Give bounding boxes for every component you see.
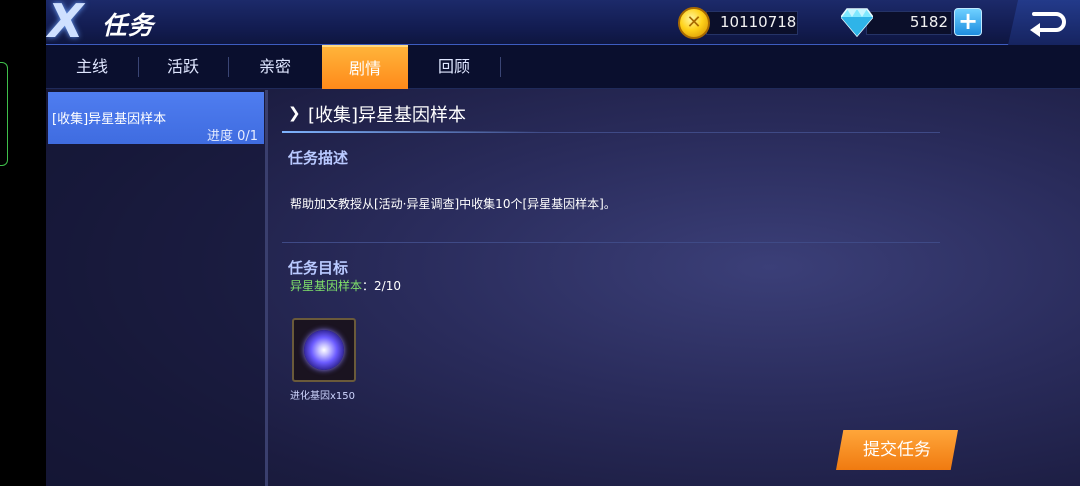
tab-bar: 主线 活跃 亲密 剧情 回顾 — [46, 45, 1080, 89]
top-bar: X 任务 ✕ 10110718 5182 + — [46, 0, 1080, 48]
tab-review[interactable]: 回顾 — [408, 45, 500, 89]
objective-count: ：2/10 — [362, 279, 401, 293]
reward-item-slot[interactable] — [292, 318, 356, 382]
game-logo: X — [48, 0, 83, 48]
quest-list: [收集]异星基因样本 进度 0/1 — [46, 90, 268, 486]
submit-quest-button[interactable]: 提交任务 — [836, 430, 958, 470]
tab-main-line[interactable]: 主线 — [46, 45, 138, 89]
add-diamonds-button[interactable]: + — [954, 8, 982, 36]
tab-intimacy[interactable]: 亲密 — [228, 45, 322, 89]
diamond-amount: 5182 — [909, 13, 948, 31]
objective-item-name: 异星基因样本 — [290, 279, 363, 293]
quest-objective: 异星基因样本：2/10 — [290, 277, 401, 294]
description-heading: 任务描述 — [288, 149, 349, 167]
page-title: 任务 — [102, 11, 155, 40]
divider — [282, 242, 940, 243]
evolution-gene-orb-icon — [304, 330, 344, 370]
gold-amount: 10110718 — [720, 13, 797, 31]
tab-divider — [500, 57, 501, 77]
quest-item-progress: 进度 0/1 — [206, 129, 258, 144]
quest-description: 帮助加文教授从[活动·异星调查]中收集10个[异星基因样本]。 — [290, 197, 616, 211]
title-arrow-icon: ❯ — [288, 104, 301, 122]
back-arrow-icon — [1030, 12, 1066, 37]
objective-heading: 任务目标 — [288, 259, 349, 277]
side-indicator — [0, 62, 8, 166]
quest-list-item[interactable]: [收集]异星基因样本 进度 0/1 — [48, 92, 264, 144]
title-underline — [282, 131, 542, 133]
quest-screen: X 任务 ✕ 10110718 5182 + 主线 活跃 亲密 剧情 回顾 [收… — [46, 0, 1080, 486]
reward-label: 进化基因x150 — [290, 391, 356, 402]
tab-story[interactable]: 剧情 — [322, 45, 408, 89]
back-button[interactable] — [1008, 0, 1080, 45]
tab-activity[interactable]: 活跃 — [138, 45, 228, 89]
quest-item-name: [收集]异星基因样本 — [52, 112, 167, 127]
gold-coin-icon: ✕ — [678, 7, 710, 39]
quest-detail-title: [收集]异星基因样本 — [308, 105, 467, 126]
